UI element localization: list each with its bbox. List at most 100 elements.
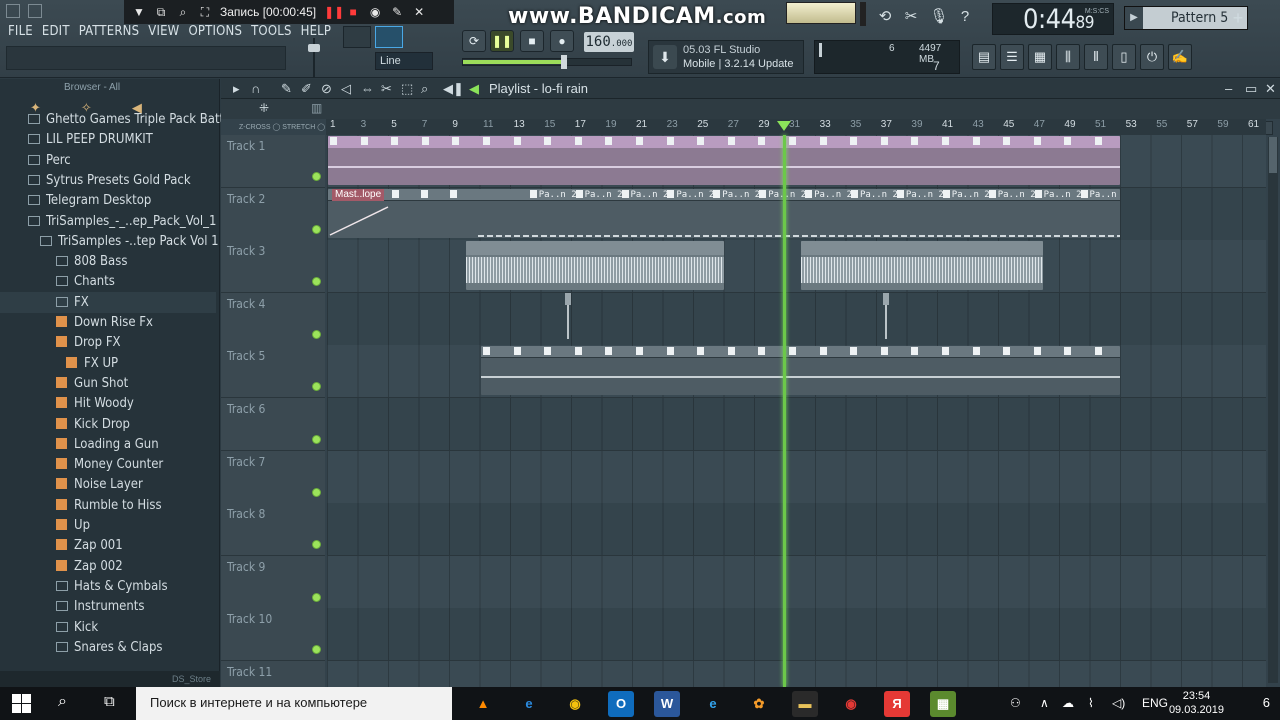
network-icon[interactable]: ⌇ [1088,696,1094,710]
browser-item[interactable]: TriSamples -..tep Pack Vol 1 [0,231,219,252]
ie-icon[interactable]: e [700,691,726,717]
browser-item[interactable]: Drop FX [0,332,216,353]
maximize-icon[interactable]: ▭ [1245,81,1257,97]
audio-clip[interactable] [801,241,1043,291]
slice-icon[interactable]: ✂ [381,81,392,97]
track-mute-led[interactable] [312,382,321,392]
menu-view[interactable]: VIEW [148,24,179,39]
track-mute-led[interactable] [312,435,321,444]
audio-clip[interactable] [466,241,724,291]
browser-item[interactable]: Kick Drop [0,414,216,435]
track-header[interactable]: Track 7 [221,450,325,504]
grid-icon[interactable]: ▥ [311,101,322,115]
sample-hit[interactable] [882,292,892,341]
magnet-icon[interactable]: ∩ [251,81,260,96]
minimize-icon[interactable] [6,4,20,18]
delete-icon[interactable]: ⊘ [321,81,332,97]
yandex-icon[interactable]: Я [884,691,910,717]
browser-item[interactable]: LIL PEEP DRUMKIT [0,129,216,150]
window-mode-icon[interactable]: ⧉ [154,5,168,19]
browser-item[interactable]: Ghetto Games Triple Pack Battle [0,109,235,130]
channel-rack-icon[interactable]: ▦ [1028,44,1052,70]
playlist-arrow-icon[interactable]: ◀ [469,81,479,97]
piano-roll-icon[interactable]: ☰ [1000,44,1024,70]
stop-button[interactable]: ■ [520,30,544,52]
pattern-clip[interactable] [481,346,1120,396]
track-lane[interactable] [327,608,1266,662]
browser-item[interactable]: Money Counter [0,454,216,475]
clock[interactable]: 23:54 09.03.2019 [1169,689,1224,717]
fl-studio-icon[interactable]: ✿ [746,691,772,717]
track-lane[interactable] [327,450,1266,504]
restore-icon[interactable] [28,4,42,18]
time-display[interactable]: 0:4489 M:S:CS [992,3,1114,35]
windows-start-icon[interactable] [12,694,32,714]
stop-record-icon[interactable]: ■ [346,5,360,19]
track-header[interactable]: Track 3 [221,240,325,294]
paint-icon[interactable]: ✐ [301,81,312,97]
pencil-icon[interactable]: ✎ [281,81,292,97]
people-icon[interactable]: ⚇ [1010,696,1021,710]
camera-icon[interactable]: ◉ [368,5,382,19]
search-icon[interactable]: ⌕ [58,693,67,711]
timeline-ruler[interactable]: 1 3 5 7 9 11 13 15 17 19 21 23 25 27 29 31 33 35 37 39 41 43 4… [326,119,1266,135]
task-view-icon[interactable]: ⧉ [104,693,115,710]
track-header[interactable]: Track 9 [221,555,325,609]
edge-icon[interactable]: e [516,691,542,717]
browser-item[interactable]: FX UP [0,353,216,374]
playhead-marker-icon[interactable] [777,121,791,131]
browser-item[interactable]: Gun Shot [0,373,216,394]
dropdown-icon[interactable]: ▼ [132,5,146,19]
track-lane[interactable] [327,292,1266,346]
browser-item[interactable]: Hats & Cymbals [0,576,216,597]
taskbar-search[interactable]: Поиск в интернете и на компьютере [136,687,452,720]
browser-item[interactable]: TriSamples_-_..ep_Pack_Vol_1 [0,211,216,232]
browser-item[interactable]: Zap 001 [0,535,216,556]
word-icon[interactable]: W [654,691,680,717]
browser-item[interactable]: Snares & Claps [0,637,216,658]
track-lane[interactable] [327,503,1266,557]
download-icon[interactable]: ⬇ [653,45,677,69]
link-button[interactable] [375,26,403,48]
cloud-icon[interactable]: ☁ [1062,696,1074,710]
close-icon[interactable]: ✕ [412,5,426,19]
pause-icon[interactable]: ❚❚ [324,5,344,19]
tools-icon[interactable]: ✍ [1168,44,1192,70]
browser-item[interactable]: Telegram Desktop [0,190,216,211]
close-icon[interactable]: ✕ [1265,81,1276,97]
chrome-icon[interactable]: ◉ [562,691,588,717]
search-icon[interactable]: ⌕ [176,5,190,19]
play-button[interactable]: ❚❚ [490,30,514,52]
browser-item[interactable]: Zap 002 [0,556,216,577]
track-lane[interactable] [327,398,1266,451]
zoom-icon[interactable]: ⌕ [421,81,428,97]
tempo-display[interactable]: 160.000 [584,32,634,52]
mixer-alt-icon[interactable]: ⫴ [1084,44,1108,70]
vertical-scrollbar[interactable] [1268,137,1278,683]
track-header[interactable]: Track 8 [221,503,325,557]
plugin-icon[interactable]: ⏻ [1140,44,1164,70]
master-volume-slider[interactable] [305,38,323,78]
draw-mode-button[interactable] [343,26,371,48]
browser-item[interactable]: FX [0,291,216,313]
snap-select[interactable]: Line [375,52,433,70]
track-header[interactable]: Track 1 [221,135,325,188]
refresh-icon[interactable]: ⟲ [874,6,896,28]
language-indicator[interactable]: ENG [1142,696,1168,710]
browser-item[interactable]: Down Rise Fx [0,312,216,333]
record-button[interactable]: ● [550,30,574,52]
menu-options[interactable]: OPTIONS [188,24,242,39]
browser-item[interactable]: Sytrus Presets Gold Pack [0,170,216,191]
minecraft-icon[interactable]: ▦ [930,691,956,717]
menu-edit[interactable]: EDIT [42,24,70,39]
news-panel[interactable]: ⬇ 05.03 FL Studio Mobile | 3.2.14 Update [648,40,804,74]
playlist-icon[interactable]: ▤ [972,44,996,70]
track-mute-led[interactable] [312,277,321,287]
browser-item[interactable]: Up [0,515,216,536]
browser-item[interactable]: Rumble to Hiss [0,495,216,516]
song-position-knob[interactable] [560,55,567,69]
pencil-icon[interactable]: ✎ [390,5,404,19]
playhead[interactable] [783,135,786,687]
menu-patterns[interactable]: PATTERNS [79,24,140,39]
track-lane[interactable] [327,555,1266,609]
